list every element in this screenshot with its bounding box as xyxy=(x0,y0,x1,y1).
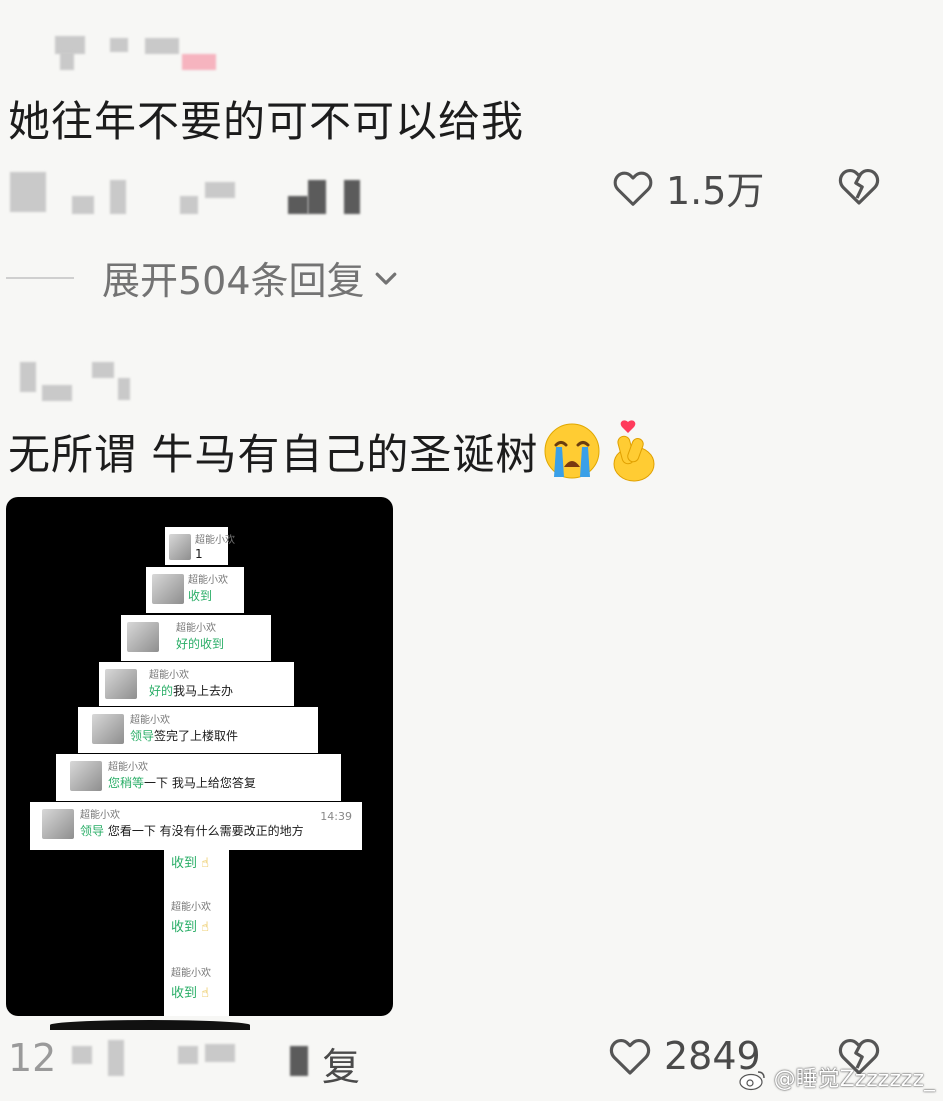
avatar xyxy=(169,534,191,560)
expand-replies-label: 展开504条回复 xyxy=(102,259,365,303)
message-text: 好的我马上去办 xyxy=(149,684,234,698)
message-text: 收到 xyxy=(188,589,213,603)
avatar xyxy=(152,574,184,604)
heart-outline-icon xyxy=(609,1038,651,1075)
crying-face-emoji xyxy=(544,423,600,479)
like-button[interactable]: 2849 xyxy=(606,1032,761,1080)
chevron-down-icon xyxy=(375,272,396,285)
broken-heart-icon[interactable] xyxy=(835,162,883,210)
message-text: 好的收到 xyxy=(176,637,225,651)
message-text: 收到 ☝ xyxy=(171,986,210,1001)
message-text: 领导签完了上楼取件 xyxy=(130,729,239,743)
message-text: 1 xyxy=(195,547,203,561)
heart-outline-icon xyxy=(613,171,653,206)
message-time: 14:39 xyxy=(320,810,352,823)
chat-message: 超能小欢 好的收到 xyxy=(121,615,271,661)
avatar xyxy=(127,622,159,652)
sender-name: 超能小欢 xyxy=(130,715,170,726)
chat-message-trunk: 收到 ☝ 超能小欢 收到 ☝ 超能小欢 收到 ☝ xyxy=(164,850,229,1016)
reply-button[interactable]: 复 xyxy=(322,1036,360,1091)
chat-message: 超能小欢 收到 xyxy=(146,567,244,613)
avatar xyxy=(105,669,137,699)
message-text: 收到 ☝ xyxy=(171,856,210,871)
comment-text: 无所谓 牛马有自己的圣诞树 xyxy=(8,429,539,479)
finger-heart-emoji xyxy=(613,420,655,482)
watermark: @睡觉Zzzzzzz_ xyxy=(739,1061,935,1093)
attached-image[interactable]: 超能小欢 1 超能小欢 收到 超能小欢 好的收到 超能小欢 好的我马上去办 超能… xyxy=(6,497,393,1016)
chat-message: 超能小欢 领导 您看一下 有没有什么需要改正的地方 14:39 xyxy=(30,802,362,850)
chat-message: 超能小欢 领导签完了上楼取件 xyxy=(78,707,318,753)
sender-name: 超能小欢 xyxy=(149,670,189,681)
message-text: 您稍等一下 我马上给您答复 xyxy=(108,776,256,790)
avatar xyxy=(42,809,74,839)
sender-name: 超能小欢 xyxy=(108,762,148,773)
divider-line xyxy=(6,276,74,279)
expand-replies-button[interactable]: 展开504条回复 xyxy=(0,250,401,305)
comment-text-row: 无所谓 牛马有自己的圣诞树 xyxy=(8,418,660,484)
sender-name: 超能小欢 xyxy=(171,968,211,979)
avatar xyxy=(70,761,102,791)
date-prefix: 12 xyxy=(8,1036,57,1080)
image-edge-artifact xyxy=(50,1020,250,1030)
sender-name: 超能小欢 xyxy=(195,535,235,546)
sender-name: 超能小欢 xyxy=(176,623,216,634)
like-button[interactable]: 1.5万 xyxy=(610,160,764,215)
sender-name: 超能小欢 xyxy=(80,810,120,821)
sender-name: 超能小欢 xyxy=(171,902,211,913)
like-count: 1.5万 xyxy=(666,169,765,213)
chat-message: 超能小欢 1 xyxy=(165,527,235,565)
message-text: 领导 您看一下 有没有什么需要改正的地方 xyxy=(80,824,304,838)
chat-message: 超能小欢 您稍等一下 我马上给您答复 xyxy=(56,754,341,801)
sender-name: 超能小欢 xyxy=(188,575,228,586)
avatar xyxy=(92,714,124,744)
chat-message: 超能小欢 好的我马上去办 xyxy=(99,662,294,706)
comment-text: 她往年不要的可不可以给我 xyxy=(8,97,525,146)
watermark-text: @睡觉Zzzzzzz_ xyxy=(773,1067,935,1092)
weibo-icon xyxy=(739,1071,765,1091)
message-text: 收到 ☝ xyxy=(171,920,210,935)
